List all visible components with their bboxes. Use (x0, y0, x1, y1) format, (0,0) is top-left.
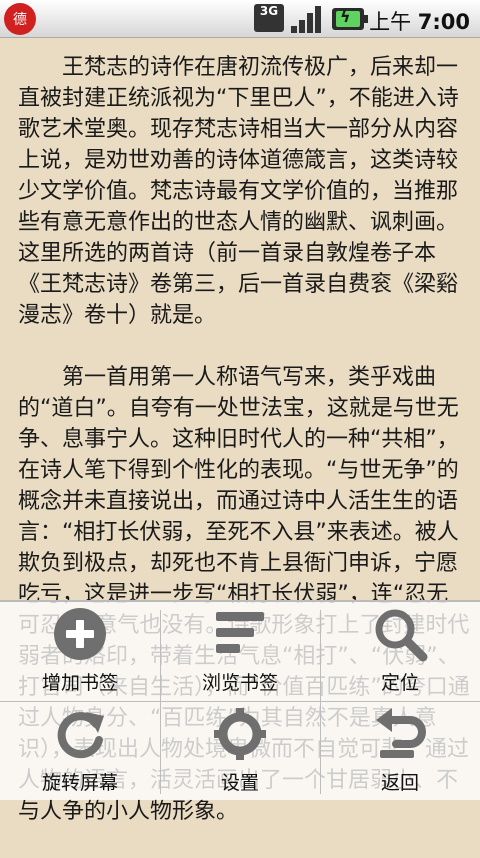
add-bookmark-icon (54, 608, 106, 660)
app-logo-icon: 德 (4, 3, 36, 35)
network-3g-icon: 3G (254, 4, 284, 32)
menu-item-settings[interactable]: 设置 (161, 702, 319, 801)
paragraph-1: 王梵志的诗作在唐初流传极广，后来却一直被封建正统派视为“下里巴人”，不能进入诗歌… (18, 55, 459, 328)
menu-item-browse-bookmarks[interactable]: 浏览书签 (161, 602, 319, 701)
browse-bookmarks-icon (216, 612, 264, 653)
menu-item-label: 返回 (380, 772, 419, 794)
settings-gear-icon (214, 708, 266, 760)
menu-item-rotate-screen[interactable]: 旋转屏幕 (1, 702, 159, 801)
rotate-screen-icon (57, 712, 104, 759)
menu-item-back[interactable]: 返回 (321, 702, 479, 801)
menu-item-label: 浏览书签 (201, 672, 278, 694)
menu-item-locate[interactable]: 定位 (321, 602, 479, 701)
options-menu: 增加书签 浏览书签 定位 旋转屏幕 设置 返回 (0, 600, 480, 800)
signal-strength-icon (291, 6, 321, 33)
back-arrow-icon (376, 708, 426, 758)
menu-item-add-bookmark[interactable]: 增加书签 (1, 602, 159, 701)
battery-charging-icon: ϟ (332, 7, 368, 30)
status-clock: 上午 7:00 (369, 10, 470, 34)
search-locate-icon (375, 609, 428, 662)
menu-item-label: 定位 (380, 672, 419, 694)
menu-item-label: 增加书签 (41, 672, 118, 694)
menu-item-label: 设置 (220, 772, 259, 794)
menu-item-label: 旋转屏幕 (41, 772, 118, 794)
status-bar: 德 3G ϟ 上午 7:00 (0, 0, 480, 38)
